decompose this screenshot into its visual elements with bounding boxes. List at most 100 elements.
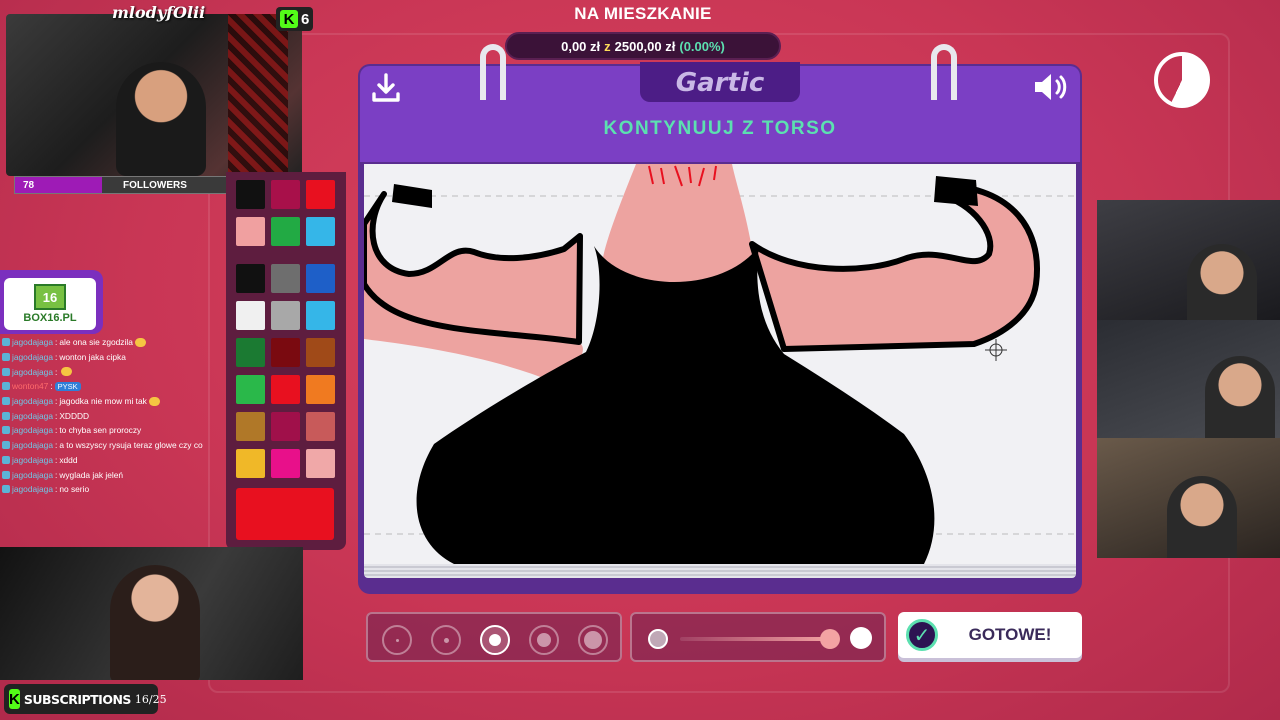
color-swatch[interactable]: [306, 449, 335, 478]
color-swatch[interactable]: [306, 217, 335, 246]
chat-username[interactable]: jagodajaga: [12, 455, 53, 465]
chat-separator: :: [54, 454, 58, 465]
brush-size-1[interactable]: [382, 625, 412, 655]
chat-text: xddd: [59, 454, 78, 465]
kick-logo-icon: K: [9, 689, 20, 709]
chat-message: jagodajaga:: [2, 364, 217, 379]
goal-current: 0,00 zł: [561, 38, 601, 54]
download-icon[interactable]: [370, 72, 402, 104]
selected-color-swatch[interactable]: [236, 488, 334, 540]
guest-webcam-1: [1097, 200, 1280, 320]
guest-figure-3: [1167, 476, 1237, 558]
guest-figure-1: [1187, 244, 1257, 320]
drawing-svg: [364, 164, 1076, 564]
chat-username[interactable]: jagodajaga: [12, 440, 53, 450]
chat-username[interactable]: jagodajaga: [12, 396, 53, 406]
streamer-name: mlodyfOlii: [112, 3, 206, 22]
color-swatch[interactable]: [236, 301, 265, 330]
chat-separator: :: [54, 337, 58, 348]
color-swatch[interactable]: [271, 338, 300, 367]
chat-badge-icon: [2, 353, 10, 362]
color-swatch[interactable]: [306, 375, 335, 404]
opacity-slider-handle[interactable]: [820, 629, 840, 649]
opacity-min-icon: [648, 629, 668, 649]
binder-ring-left: [480, 44, 506, 100]
color-swatch[interactable]: [271, 412, 300, 441]
color-swatch[interactable]: [306, 412, 335, 441]
brush-size-2[interactable]: [431, 625, 461, 655]
brush-size-4[interactable]: [529, 625, 559, 655]
chat-text: wonton jaka cipka: [59, 352, 126, 363]
gartic-logo: Gartic: [640, 62, 800, 102]
color-swatch[interactable]: [306, 180, 335, 209]
guest-webcam-2: [1097, 320, 1280, 438]
color-swatch[interactable]: [236, 180, 265, 209]
color-swatch[interactable]: [271, 217, 300, 246]
goal-title: NA MIESZKANIE: [574, 4, 712, 23]
brush-size-3[interactable]: [480, 625, 510, 655]
video-overlay: [0, 547, 303, 680]
chat-badge-icon: [2, 397, 10, 406]
chat-separator: :: [54, 425, 58, 436]
goal-progress-bar: 0,00 zł z 2500,00 zł (0.00%): [505, 32, 781, 60]
color-swatch[interactable]: [271, 301, 300, 330]
chat-message: jagodajaga: XDDDD: [2, 408, 217, 423]
chat-separator: :: [54, 469, 58, 480]
done-button[interactable]: ✓ GOTOWE!: [898, 612, 1082, 658]
color-swatch[interactable]: [306, 338, 335, 367]
chat-username[interactable]: jagodajaga: [12, 484, 53, 494]
chat-badge-icon: [2, 455, 10, 464]
color-swatch[interactable]: [271, 449, 300, 478]
chat-emote-icon: [61, 367, 73, 377]
color-swatch[interactable]: [236, 217, 265, 246]
color-palette: [226, 172, 346, 550]
color-swatch[interactable]: [271, 180, 300, 209]
chat-text: XDDDD: [59, 410, 90, 421]
chat-username[interactable]: wonton47: [12, 381, 48, 391]
chat-username[interactable]: jagodajaga: [12, 411, 53, 421]
chat-badge-icon: [2, 382, 10, 391]
volume-icon[interactable]: [1032, 70, 1072, 104]
opacity-slider-track[interactable]: [680, 637, 832, 641]
binder-ring-right: [931, 44, 957, 100]
goal-target: 2500,00 zł: [614, 38, 676, 54]
brush-size-panel: [366, 612, 622, 662]
chat-message: jagodajaga: a to wszyscy rysuja teraz gl…: [2, 438, 217, 453]
chat-text: to chyba sen proroczy: [59, 425, 142, 436]
chat-list: jagodajaga: ale ona sie zgodzila jagodaja…: [2, 335, 217, 497]
streamer-webcam: [6, 14, 302, 176]
chat-badge-icon: [2, 411, 10, 420]
chat-badge-icon: [2, 441, 10, 450]
color-swatch[interactable]: [236, 375, 265, 404]
drawing-canvas[interactable]: [364, 164, 1076, 564]
chat-username[interactable]: jagodajaga: [12, 470, 53, 480]
opacity-max-icon: [850, 627, 872, 649]
guest-webcam-3: [1097, 438, 1280, 558]
chat-username[interactable]: jagodajaga: [12, 367, 53, 377]
color-swatch[interactable]: [236, 449, 265, 478]
color-swatch[interactable]: [236, 338, 265, 367]
chat-message: jagodajaga: wyglada jak jeleń: [2, 467, 217, 482]
color-swatch[interactable]: [306, 264, 335, 293]
chat-separator: :: [54, 352, 58, 363]
chat-username[interactable]: jagodajaga: [12, 425, 53, 435]
color-swatch[interactable]: [306, 301, 335, 330]
chat-emote-icon: [134, 337, 146, 347]
chat-emote-icon: [148, 396, 160, 406]
color-swatch[interactable]: [271, 264, 300, 293]
kick-viewers-badge: K 6: [276, 7, 314, 31]
subscriptions-count: 16/25: [134, 692, 167, 706]
color-swatch[interactable]: [271, 375, 300, 404]
color-swatch[interactable]: [236, 264, 265, 293]
chat-message: jagodajaga: jagodka nie mow mi tak: [2, 394, 217, 409]
chat-username[interactable]: jagodajaga: [12, 337, 53, 347]
brush-size-5[interactable]: [578, 625, 608, 655]
chat-separator: :: [54, 396, 58, 407]
color-swatch[interactable]: [236, 412, 265, 441]
chat-username[interactable]: jagodajaga: [12, 352, 53, 362]
round-timer-icon: [1154, 52, 1210, 108]
chat-text: ale ona sie zgodzila: [59, 337, 133, 348]
chat-message: jagodajaga: xddd: [2, 453, 217, 468]
chat-badge-icon: [2, 470, 10, 479]
chat-text: no serio: [59, 484, 90, 495]
